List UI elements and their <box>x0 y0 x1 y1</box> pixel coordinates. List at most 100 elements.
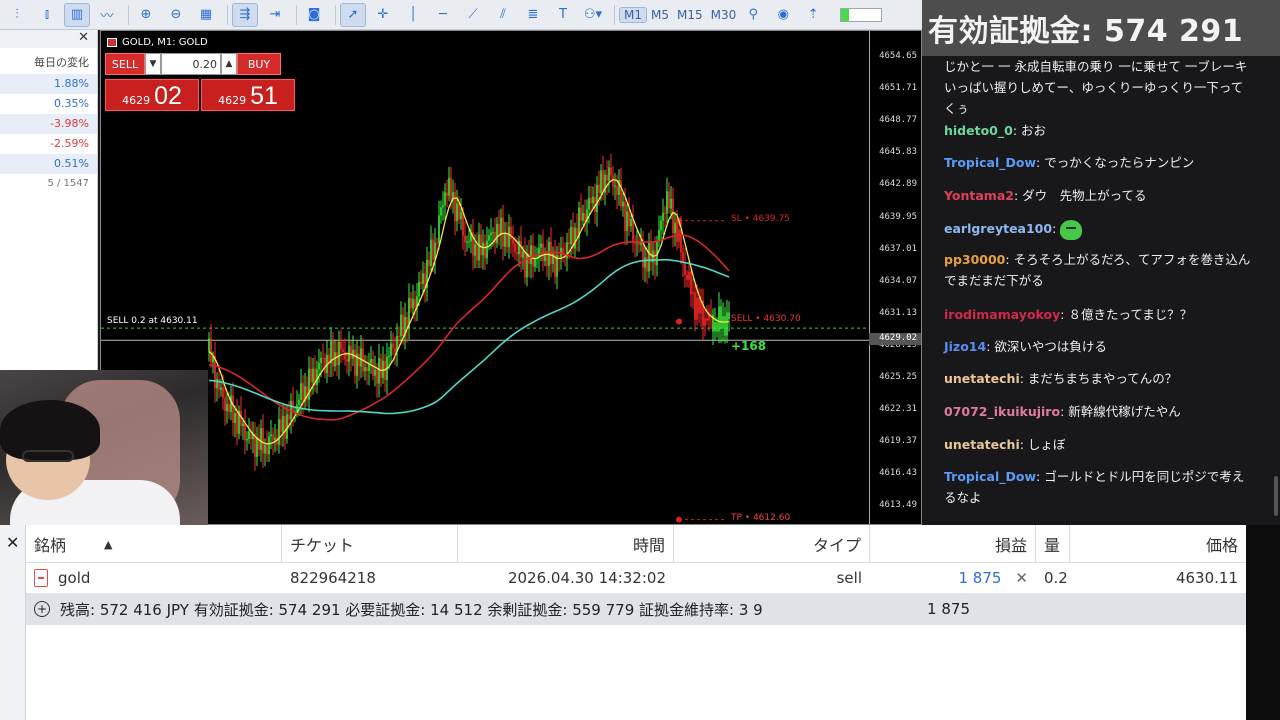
candle-body <box>688 271 690 280</box>
candle-body <box>616 185 618 195</box>
cursor-icon[interactable]: ➚ <box>340 2 366 27</box>
account-summary-row: + 残高: 572 416 JPY 有効証拠金: 574 291 必要証拠金: … <box>26 593 1246 625</box>
lot-increase-icon[interactable]: ▲ <box>221 53 237 75</box>
chat-text: 新幹線代稼げたやん <box>1068 404 1181 419</box>
candle-body <box>478 234 480 261</box>
candles-mode-icon[interactable]: ▥ <box>64 2 90 27</box>
chat-username[interactable]: unetatechi <box>944 371 1020 386</box>
trendline-icon[interactable]: ⟋ <box>460 3 486 27</box>
chat-username[interactable]: Jizo14 <box>944 339 986 354</box>
panel-close-icon[interactable]: ✕ <box>0 30 97 48</box>
lot-size-input[interactable]: 0.20 <box>161 53 221 75</box>
chat-username[interactable]: irodimamayokoy <box>944 307 1060 322</box>
chart-title: GOLD, M1: GOLD <box>107 37 208 48</box>
candle-body <box>280 419 282 433</box>
chat-username[interactable]: Tropical_Dow <box>944 469 1036 484</box>
screen: { "toolbar": { "timeframes": ["M1", "M5"… <box>0 0 1280 720</box>
daily-change-value[interactable]: 1.88% <box>0 74 97 94</box>
shapes-icon[interactable]: ⚇▾ <box>580 3 606 27</box>
bar-chart-icon[interactable]: ⫶ <box>4 3 30 27</box>
candlestick-icon[interactable]: ⫾ <box>34 3 60 27</box>
chat-text: しょぼ <box>1027 437 1066 452</box>
col-symbol-header[interactable]: 銘柄 ▲ <box>26 525 282 563</box>
price-axis-label: 4619.37 <box>879 436 917 447</box>
chat-username[interactable]: pp30000 <box>944 252 1005 267</box>
daily-change-value[interactable]: -3.98% <box>0 114 97 134</box>
lot-dropdown-icon[interactable]: ▼ <box>145 53 161 75</box>
daily-change-value[interactable]: -2.59% <box>0 134 97 154</box>
take-profit-label[interactable]: TP • 4612.60 <box>731 513 790 523</box>
toolbox-close-icon[interactable]: ✕ <box>6 533 19 552</box>
autoscroll-icon[interactable]: ⇶ <box>232 2 258 27</box>
candle-body <box>370 359 372 364</box>
timeframe-m5[interactable]: M5 <box>647 8 673 22</box>
price-chart[interactable]: GOLD, M1: GOLD SELL ▼ 0.20 ▲ BUY 4629 02… <box>100 30 922 525</box>
grid-icon[interactable]: ▦ <box>193 3 219 27</box>
sell-price-button[interactable]: 4629 02 <box>105 79 199 111</box>
col-ticket-header[interactable]: チケット <box>282 525 458 563</box>
crosshair-icon[interactable]: ✛ <box>370 3 396 27</box>
chat-username[interactable]: 07072_ikuikujiro <box>944 404 1060 419</box>
candle-body <box>530 245 532 265</box>
timeframe-m15[interactable]: M15 <box>673 8 707 22</box>
candle-body <box>462 212 464 236</box>
col-type-header[interactable]: タイプ <box>674 525 870 563</box>
zoom-in-icon[interactable]: ⊕ <box>133 3 159 27</box>
buy-price-button[interactable]: 4629 51 <box>201 79 295 111</box>
chat-username[interactable]: hideto0_0 <box>944 123 1013 138</box>
chart-shift-icon[interactable]: ⇥ <box>262 3 288 27</box>
chat-message: Tropical_Dow: ゴールドとドル円を同じポジで考えるなよ <box>944 466 1254 508</box>
sell-button[interactable]: SELL <box>105 53 145 75</box>
daily-change-value[interactable]: 0.51% <box>0 154 97 174</box>
chat-username[interactable]: earlgreytea100 <box>944 221 1052 236</box>
timeframe-m1[interactable]: M1 <box>619 6 647 23</box>
close-position-icon[interactable]: ✕ <box>1015 569 1028 587</box>
vertical-line-icon[interactable]: │ <box>400 3 426 27</box>
candle-body <box>526 253 528 278</box>
daily-change-value[interactable]: 0.35% <box>0 94 97 114</box>
table-row[interactable]: gold 822964218 2026.04.30 14:32:02 sell … <box>26 563 1246 593</box>
zoom-out-icon[interactable]: ⊖ <box>163 3 189 27</box>
candle-body <box>626 211 628 232</box>
sell-order-label[interactable]: SELL • 4630.70 <box>731 314 801 324</box>
col-volume-header[interactable]: 量 <box>1036 525 1070 563</box>
chat-message: Jizo14: 欲深いやつは負ける <box>944 336 1254 357</box>
chat-username[interactable]: Yontama2 <box>944 188 1014 203</box>
col-profit-header[interactable]: 損益 <box>870 525 1036 563</box>
candle-body <box>534 257 536 267</box>
chat-username[interactable]: unetatechi <box>944 437 1020 452</box>
candle-body <box>676 222 678 242</box>
price-axis-label: 4639.95 <box>879 211 917 222</box>
screenshot-icon[interactable]: ◙ <box>301 3 327 27</box>
text-icon[interactable]: T <box>550 3 576 27</box>
col-time-header[interactable]: 時間 <box>458 525 674 563</box>
chat-scrollbar[interactable] <box>1274 476 1278 516</box>
price-axis[interactable]: 4654.65 4651.71 4648.77 4645.83 4642.89 4639.… <box>869 31 921 524</box>
candle-body <box>490 232 492 236</box>
chat-text: ダウ 先物上がってる <box>1022 188 1147 203</box>
candle-body <box>358 353 360 367</box>
candle-body <box>450 177 452 200</box>
search-icon[interactable]: ⚲ <box>740 3 766 27</box>
expand-icon[interactable]: + <box>34 601 50 617</box>
channel-icon[interactable]: ⫽ <box>490 3 516 27</box>
fibonacci-icon[interactable]: ≣ <box>520 3 546 27</box>
account-icon[interactable]: ◉ <box>770 3 796 27</box>
candle-body <box>464 235 466 243</box>
col-price-header[interactable]: 価格 <box>1070 525 1246 563</box>
candle-body <box>570 226 572 245</box>
timeframe-m30[interactable]: M30 <box>707 8 741 22</box>
buy-price-pips: 51 <box>250 82 278 110</box>
line-chart-icon[interactable]: 〰 <box>94 3 120 27</box>
chat-colon: : <box>1019 437 1028 452</box>
chat-username[interactable]: Tropical_Dow <box>944 155 1036 170</box>
position-type: sell <box>836 569 862 587</box>
chat-text: 欲深いやつは負ける <box>994 339 1107 354</box>
candle-body <box>382 360 384 378</box>
buy-button[interactable]: BUY <box>237 53 281 75</box>
candle-body <box>230 395 232 412</box>
horizontal-line-icon[interactable]: ─ <box>430 3 456 27</box>
stop-loss-label[interactable]: SL • 4639.75 <box>731 214 790 224</box>
algo-trading-icon[interactable]: ⇡ <box>800 3 826 27</box>
candle-body <box>520 240 522 258</box>
